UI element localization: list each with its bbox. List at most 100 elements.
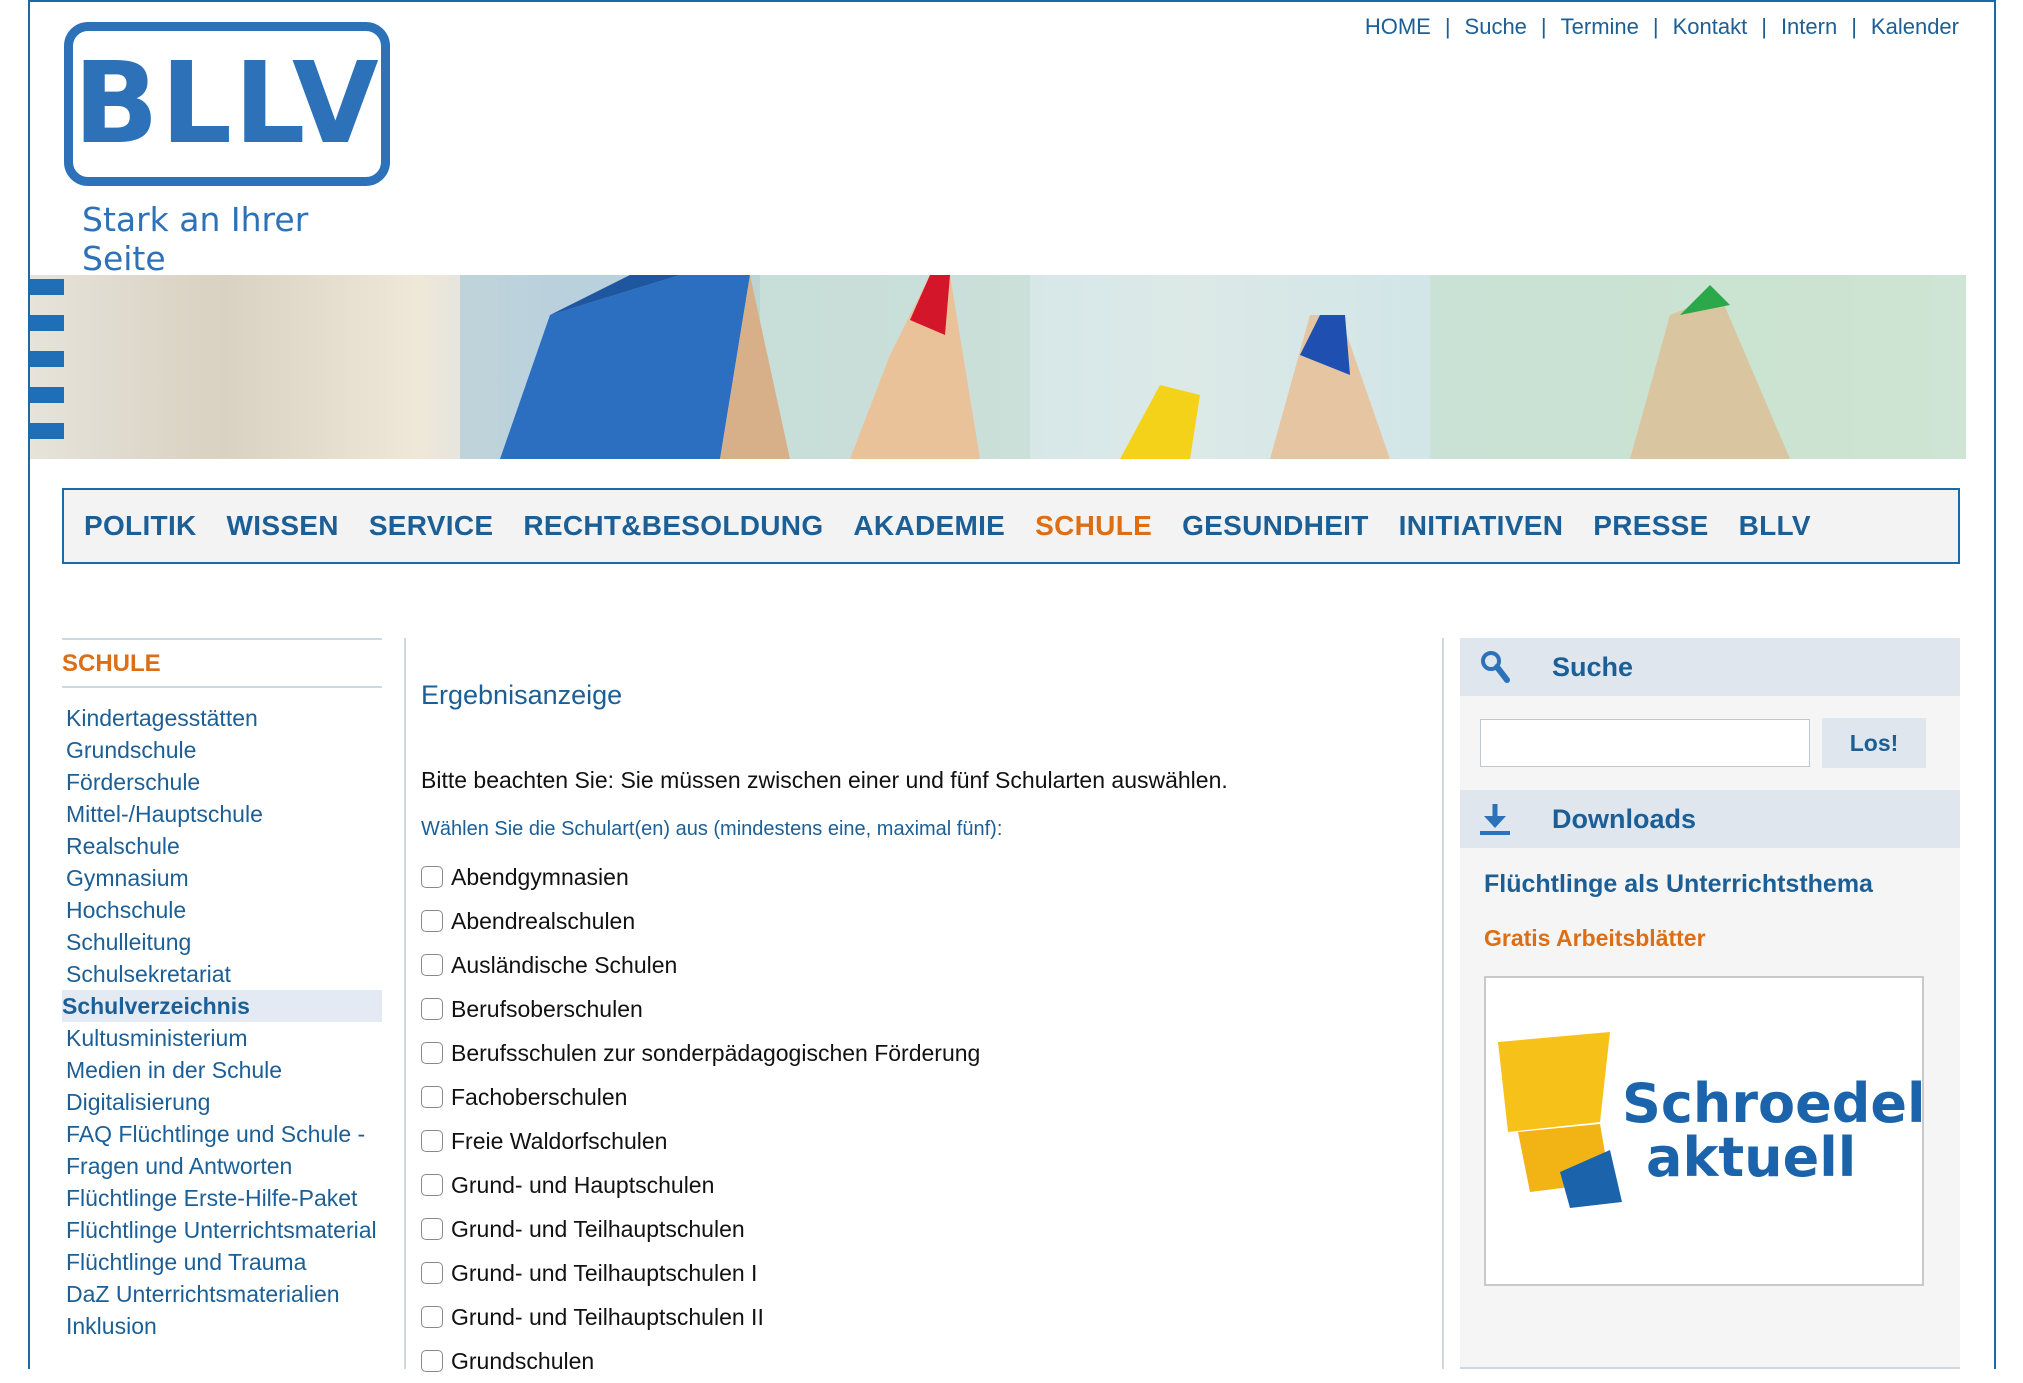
- top-navigation: HOME | Suche | Termine | Kontakt | Intern | K…: [1365, 14, 1959, 40]
- option-label: Grund- und Hauptschulen: [451, 1171, 715, 1198]
- sidebar-item-schulverzeichnis[interactable]: Schulverzeichnis: [62, 990, 382, 1022]
- checkbox[interactable]: [421, 1174, 443, 1196]
- topnav-home[interactable]: HOME: [1365, 14, 1431, 40]
- separator: |: [1761, 14, 1767, 39]
- nav-bllv[interactable]: BLLV: [1739, 510, 1811, 542]
- nav-akademie[interactable]: AKADEMIE: [853, 510, 1005, 542]
- schroedel-logo-icon: [1498, 1032, 1622, 1208]
- sidebar-item-erste-hilfe-paket[interactable]: Flüchtlinge Erste-Hilfe-Paket: [62, 1182, 382, 1214]
- separator: |: [1444, 14, 1451, 39]
- nav-gesundheit[interactable]: GESUNDHEIT: [1182, 510, 1369, 542]
- sidebar-item-mittel-hauptschule[interactable]: Mittel-/Hauptschule: [62, 798, 382, 830]
- checkbox[interactable]: [421, 1086, 443, 1108]
- downloads-header: Downloads: [1460, 790, 1960, 848]
- sidebar-item-unterrichtsmaterial[interactable]: Flüchtlinge Unterrichtsmaterial: [62, 1214, 382, 1246]
- school-type-option[interactable]: Ausländische Schulen: [421, 943, 1421, 987]
- option-label: Ausländische Schulen: [451, 951, 678, 978]
- checkbox[interactable]: [421, 1262, 443, 1284]
- school-type-option[interactable]: Abendgymnasien: [421, 855, 1421, 899]
- sidebar-item-kindertagesstaetten[interactable]: Kindertagesstätten: [62, 702, 382, 734]
- option-label: Berufsschulen zur sonderpädagogischen Fö…: [451, 1039, 981, 1066]
- checkbox[interactable]: [421, 910, 443, 932]
- schroedel-ad-banner[interactable]: Schroedel aktuell: [1484, 976, 1926, 1286]
- topnav-termine[interactable]: Termine: [1561, 14, 1639, 40]
- downloads-label: Downloads: [1552, 803, 1697, 834]
- checkbox[interactable]: [421, 954, 443, 976]
- school-type-option[interactable]: Berufsschulen zur sonderpädagogischen Fö…: [421, 1031, 1421, 1075]
- main-content: Ergebnisanzeige Bitte beachten Sie: Sie …: [421, 680, 1421, 1383]
- sidebar-item-schulleitung[interactable]: Schulleitung: [62, 926, 382, 958]
- topnav-suche[interactable]: Suche: [1465, 14, 1527, 40]
- separator: |: [1652, 14, 1659, 39]
- downloads-subtitle-link[interactable]: Gratis Arbeitsblätter: [1484, 925, 1960, 952]
- sidebar-item-daz[interactable]: DaZ Unterrichtsmaterialien: [62, 1278, 382, 1310]
- option-label: Abendgymnasien: [451, 863, 629, 890]
- school-type-option[interactable]: Grundschulen: [421, 1339, 1421, 1383]
- topnav-intern[interactable]: Intern: [1781, 14, 1837, 40]
- option-label: Grund- und Teilhauptschulen I: [451, 1259, 758, 1286]
- sidebar: SCHULE Kindertagesstätten Grundschule Fö…: [62, 638, 382, 1342]
- nav-politik[interactable]: POLITIK: [84, 510, 197, 542]
- checkbox[interactable]: [421, 1042, 443, 1064]
- column-divider: [404, 638, 406, 1369]
- separator: |: [1851, 14, 1857, 39]
- sidebar-item-kultusministerium[interactable]: Kultusministerium: [62, 1022, 382, 1054]
- nav-initiativen[interactable]: INITIATIVEN: [1399, 510, 1564, 542]
- school-type-option[interactable]: Berufsoberschulen: [421, 987, 1421, 1031]
- sidebar-item-digitalisierung[interactable]: Digitalisierung: [62, 1086, 382, 1118]
- search-label: Suche: [1552, 651, 1634, 682]
- sidebar-item-inklusion[interactable]: Inklusion: [62, 1310, 382, 1342]
- school-type-option[interactable]: Grund- und Teilhauptschulen I: [421, 1251, 1421, 1295]
- sidebar-item-gymnasium[interactable]: Gymnasium: [62, 862, 382, 894]
- right-column: Suche Los! Downloads Flüchtlinge als Unt…: [1460, 638, 1960, 1369]
- instruction-text: Wählen Sie die Schulart(en) aus (mindest…: [421, 818, 1003, 840]
- sidebar-item-grundschule[interactable]: Grundschule: [62, 734, 382, 766]
- sidebar-item-schulsekretariat[interactable]: Schulsekretariat: [62, 958, 382, 990]
- checkbox[interactable]: [421, 1130, 443, 1152]
- checkbox[interactable]: [421, 866, 443, 888]
- sidebar-list: Kindertagesstätten Grundschule Fördersch…: [62, 702, 382, 1342]
- logo-tagline: Stark an Ihrer Seite: [82, 200, 309, 278]
- checkbox[interactable]: [421, 1218, 443, 1240]
- separator: |: [1540, 14, 1547, 39]
- option-label: Grund- und Teilhauptschulen: [451, 1215, 745, 1242]
- checkbox[interactable]: [421, 1306, 443, 1328]
- search-row: Los!: [1460, 696, 1960, 790]
- school-type-option[interactable]: Fachoberschulen: [421, 1075, 1421, 1119]
- nav-wissen[interactable]: WISSEN: [227, 510, 339, 542]
- ad-text-line2: aktuell: [1646, 1126, 1857, 1189]
- nav-presse[interactable]: PRESSE: [1593, 510, 1708, 542]
- search-submit-button[interactable]: Los!: [1822, 718, 1926, 768]
- notice-text: Bitte beachten Sie: Sie müssen zwischen …: [421, 767, 1228, 793]
- sidebar-item-trauma[interactable]: Flüchtlinge und Trauma: [62, 1246, 382, 1278]
- nav-schule[interactable]: SCHULE: [1035, 510, 1152, 542]
- sidebar-item-hochschule[interactable]: Hochschule: [62, 894, 382, 926]
- option-label: Abendrealschulen: [451, 907, 636, 934]
- school-type-option[interactable]: Grund- und Teilhauptschulen II: [421, 1295, 1421, 1339]
- checkbox[interactable]: [421, 998, 443, 1020]
- topnav-kalender[interactable]: Kalender: [1871, 14, 1959, 40]
- school-type-option[interactable]: Grund- und Teilhauptschulen: [421, 1207, 1421, 1251]
- sidebar-item-medien[interactable]: Medien in der Schule: [62, 1054, 382, 1086]
- school-type-option[interactable]: Grund- und Hauptschulen: [421, 1163, 1421, 1207]
- school-type-list: Abendgymnasien Abendrealschulen Ausländi…: [421, 855, 1421, 1383]
- option-label: Berufsoberschulen: [451, 995, 643, 1022]
- option-label: Fachoberschulen: [451, 1083, 628, 1110]
- topnav-kontakt[interactable]: Kontakt: [1673, 14, 1748, 40]
- header-banner-image: [30, 275, 1966, 459]
- bllv-logo[interactable]: BLLV Stark an Ihrer Seite: [62, 20, 402, 278]
- sidebar-item-foerderschule[interactable]: Förderschule: [62, 766, 382, 798]
- search-input[interactable]: [1480, 719, 1810, 767]
- sidebar-item-faq-fluechtlinge[interactable]: FAQ Flüchtlinge und Schule - Fragen und …: [62, 1118, 382, 1182]
- school-type-option[interactable]: Abendrealschulen: [421, 899, 1421, 943]
- logo-text: BLLV: [73, 39, 381, 169]
- logo-box: BLLV: [64, 22, 390, 186]
- school-type-option[interactable]: Freie Waldorfschulen: [421, 1119, 1421, 1163]
- nav-service[interactable]: SERVICE: [369, 510, 494, 542]
- downloads-title-link[interactable]: Flüchtlinge als Unterrichtsthema: [1484, 870, 1960, 899]
- page-title: Ergebnisanzeige: [421, 680, 623, 710]
- search-icon: [1460, 650, 1530, 684]
- nav-recht-besoldung[interactable]: RECHT&BESOLDUNG: [523, 510, 823, 542]
- sidebar-item-realschule[interactable]: Realschule: [62, 830, 382, 862]
- option-label: Grundschulen: [451, 1347, 595, 1374]
